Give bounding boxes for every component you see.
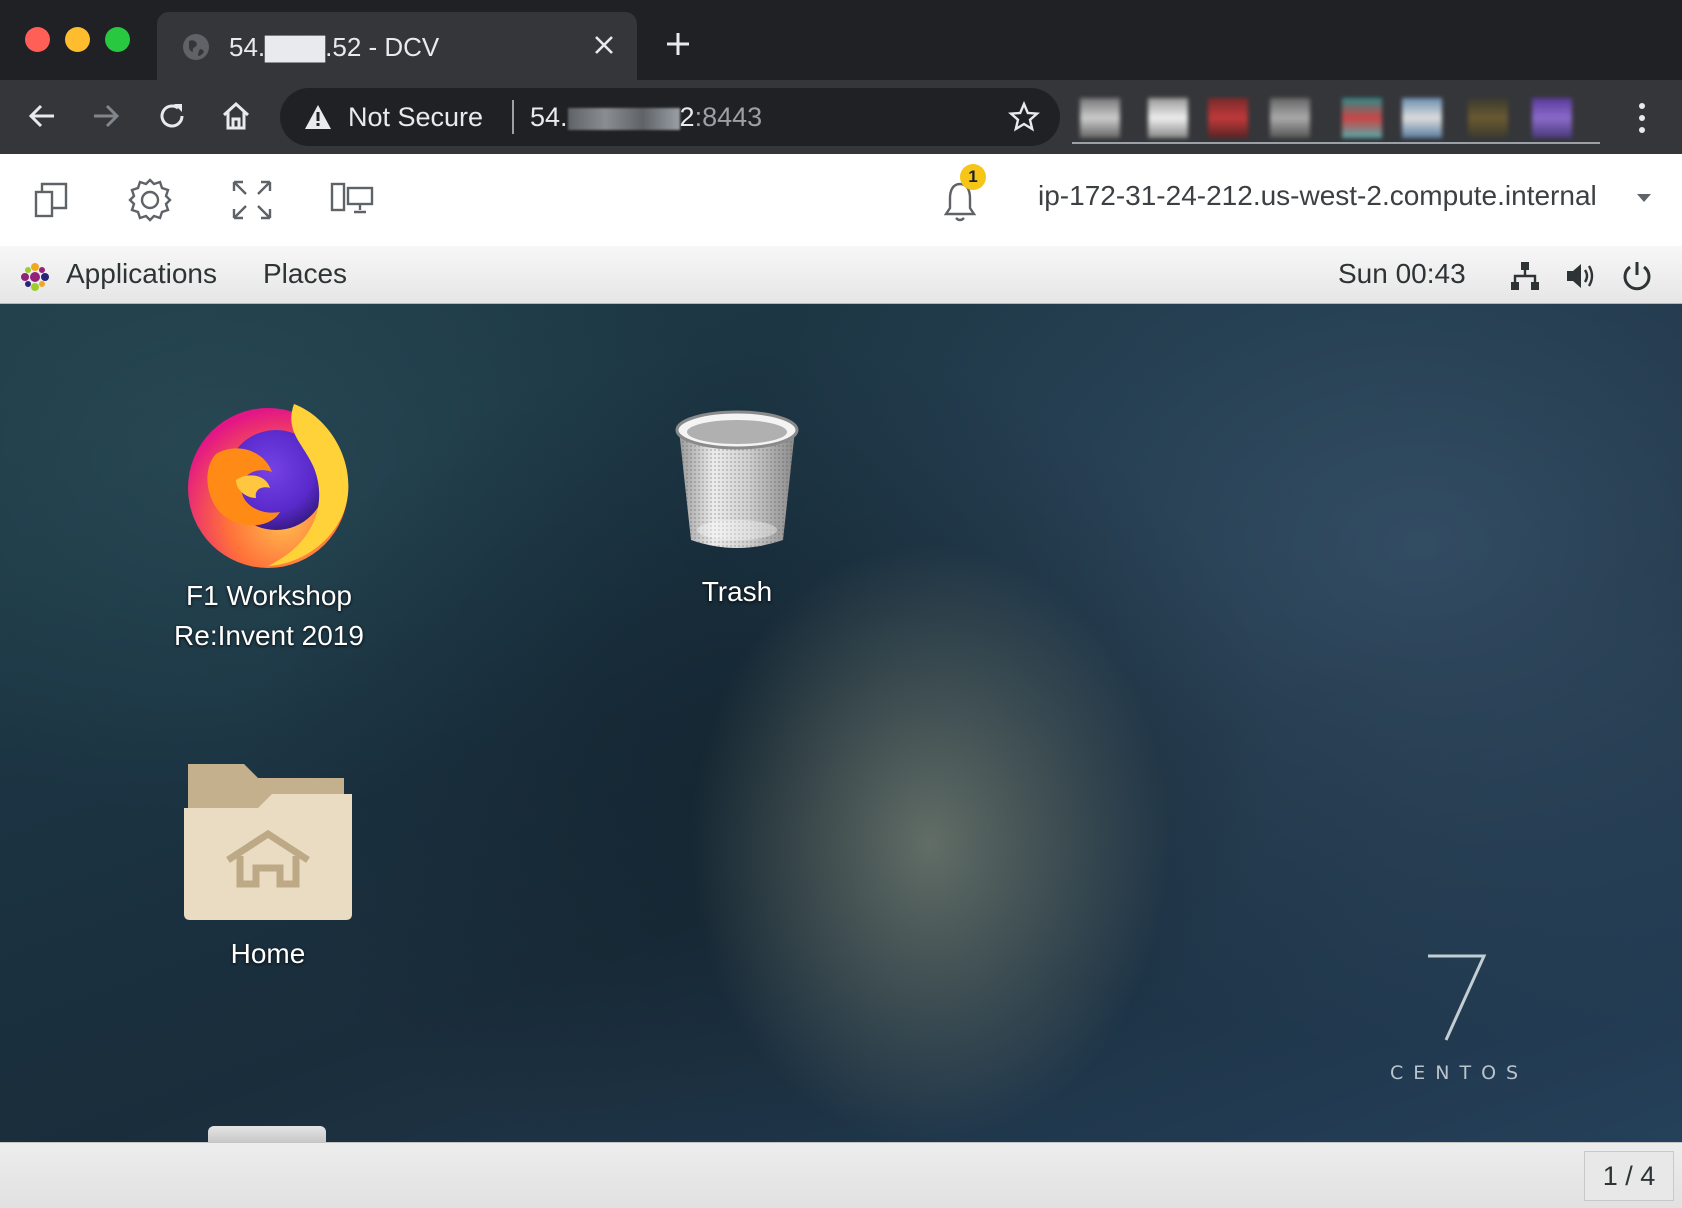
more-vert-icon[interactable] — [1630, 100, 1654, 136]
volume-icon[interactable] — [1564, 259, 1598, 293]
extension-icon[interactable] — [1342, 98, 1382, 138]
plus-icon[interactable] — [664, 30, 692, 58]
displays-icon[interactable] — [326, 174, 378, 226]
extension-icon[interactable] — [1148, 98, 1188, 138]
firefox-label-line2: Re:Invent 2019 — [174, 620, 364, 651]
desktop: F1 Workshop Re:Invent 2019 Trash Home CE… — [0, 304, 1682, 1142]
url-text: 54. 2:8443 — [530, 102, 763, 132]
fullscreen-icon[interactable] — [226, 174, 278, 226]
firefox-icon — [188, 404, 349, 568]
extensions-area — [1072, 94, 1600, 140]
reload-button[interactable] — [152, 96, 192, 136]
extensions-underline — [1072, 142, 1600, 144]
network-icon[interactable] — [1508, 259, 1542, 293]
trash-icon — [675, 410, 799, 548]
hostname-selector[interactable]: ip-172-31-24-212.us-west-2.compute.inter… — [1038, 180, 1597, 212]
dcv-toolbar: 1 ip-172-31-24-212.us-west-2.compute.int… — [0, 154, 1682, 246]
redacted-region — [567, 107, 680, 130]
gnome-top-bar: Applications Places Sun 00:43 — [0, 246, 1682, 304]
globe-icon — [183, 34, 209, 60]
forward-button[interactable] — [86, 96, 126, 136]
places-menu[interactable]: Places — [263, 258, 347, 290]
home-icon — [222, 101, 250, 130]
gear-icon[interactable] — [124, 174, 176, 226]
tab-strip: 54.▇▇▇.52 - DCV — [0, 0, 1682, 80]
omnibox-divider — [512, 100, 514, 134]
firefox-launcher[interactable]: F1 Workshop Re:Invent 2019 — [156, 384, 382, 656]
extension-icon[interactable] — [1402, 98, 1442, 138]
home-button[interactable] — [216, 96, 256, 136]
gnome-bottom-bar: 1 / 4 — [0, 1142, 1682, 1208]
folder-home-icon — [184, 764, 352, 920]
workspace-indicator[interactable]: 1 / 4 — [1584, 1151, 1674, 1201]
forward-arrow-icon — [94, 104, 120, 128]
caret-down-icon[interactable] — [1636, 192, 1652, 204]
notification-badge: 1 — [960, 164, 986, 190]
screen: 54.▇▇▇.52 - DCV Not Secure 54. 2:8443 1 … — [0, 0, 1682, 1208]
home-folder-launcher[interactable]: Home — [170, 756, 366, 974]
home-label: Home — [230, 938, 306, 969]
browser-tab[interactable]: 54.▇▇▇.52 - DCV — [157, 12, 637, 80]
extension-icon[interactable] — [1532, 98, 1572, 138]
browser-toolbar: Not Secure 54. 2:8443 — [0, 80, 1682, 154]
security-status: Not Secure — [348, 102, 484, 132]
reload-icon — [160, 104, 184, 128]
window-minimize-button[interactable] — [65, 27, 90, 52]
warning-icon — [305, 105, 331, 129]
close-icon[interactable] — [591, 32, 617, 58]
centos-seven-watermark — [1428, 954, 1487, 1041]
clock[interactable]: Sun 00:43 — [1338, 258, 1466, 290]
tab-title: 54.▇▇▇.52 - DCV — [229, 32, 440, 62]
back-button[interactable] — [22, 96, 62, 136]
trash-label: Trash — [701, 576, 773, 607]
firefox-label-line1: F1 Workshop — [186, 580, 352, 611]
extension-icon[interactable] — [1270, 98, 1310, 138]
extension-icon[interactable] — [1468, 98, 1508, 138]
star-icon[interactable] — [1008, 101, 1040, 133]
window-zoom-button[interactable] — [105, 27, 130, 52]
copy-icon[interactable] — [26, 174, 78, 226]
extension-icon[interactable] — [1080, 98, 1120, 138]
power-icon[interactable] — [1620, 259, 1654, 293]
back-arrow-icon — [28, 104, 54, 128]
applications-menu[interactable]: Applications — [66, 258, 217, 290]
address-bar[interactable]: Not Secure 54. 2:8443 — [280, 88, 1060, 146]
centos-brand: CENTOS — [1390, 1062, 1529, 1084]
partial-desktop-icon[interactable] — [208, 1126, 326, 1142]
extension-icon[interactable] — [1208, 98, 1248, 138]
gnome-foot-icon — [21, 263, 49, 291]
trash-launcher[interactable]: Trash — [666, 408, 808, 612]
window-close-button[interactable] — [25, 27, 50, 52]
